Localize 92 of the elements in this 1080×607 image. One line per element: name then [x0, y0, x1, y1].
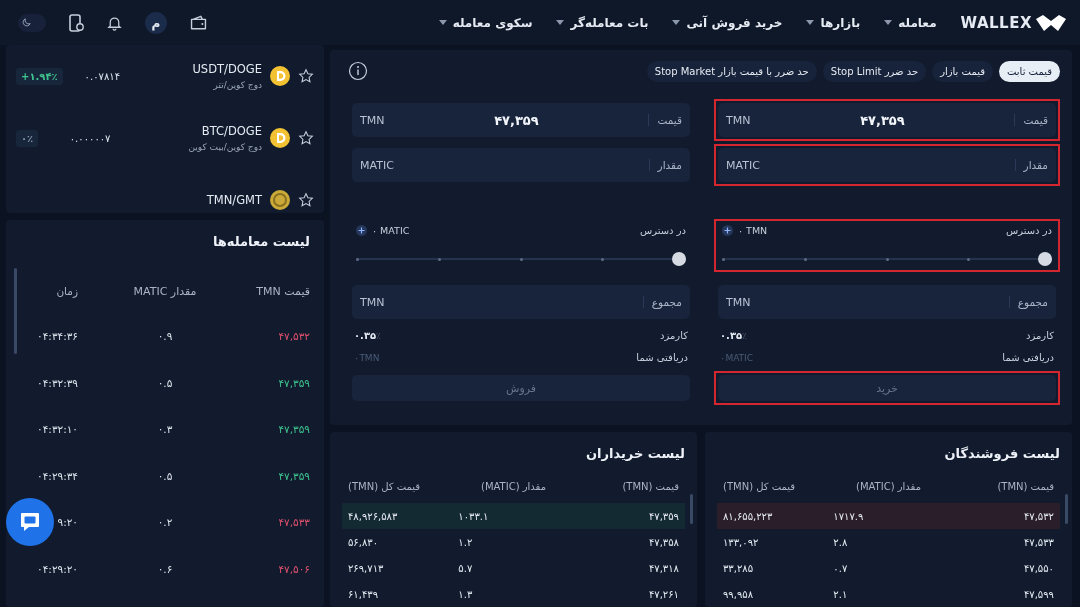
star-icon[interactable]	[298, 130, 314, 146]
caret-icon	[806, 20, 815, 25]
order-row[interactable]: ۴۷,۵۹۹ ۲.۱ ۹۹,۹۵۸	[717, 581, 1060, 607]
fee-value: ۰.۳۵٪	[354, 330, 381, 341]
trade-amount: ۰.۳	[156, 423, 174, 436]
nav-menu-item[interactable]: معامله	[884, 15, 937, 30]
moon-icon	[21, 17, 32, 28]
caret-icon	[672, 20, 681, 25]
available-balance: ۰ MATIC	[372, 225, 410, 236]
highlighted-row[interactable]: ۴۷,۵۳۲ ۱۷۱۷.۹ ۸۱,۶۵۵,۲۲۳	[717, 503, 1060, 529]
change-badge: ۰٪	[16, 129, 39, 147]
caret-icon	[438, 20, 447, 25]
column-header: زمان	[55, 285, 78, 297]
coin-icon	[270, 66, 290, 86]
column-header: مقدار (MATIC)	[480, 480, 547, 492]
wallex-logo[interactable]: WALLEX	[960, 13, 1066, 32]
trade-amount: ۰.۵	[156, 469, 174, 482]
column-header: قیمت کل (TMN)	[723, 480, 797, 492]
market-pair[interactable]: BTC/DOGE	[201, 124, 262, 138]
amount-slider[interactable]	[356, 252, 686, 266]
caret-icon	[556, 20, 565, 25]
trade-price: ۴۷,۵۰۶	[277, 562, 310, 575]
caret-icon	[884, 20, 893, 25]
market-pair[interactable]: TMN/GMT	[206, 193, 262, 207]
market-price: ۰.۰۰۰۰۰۷	[68, 132, 112, 144]
chat-icon	[18, 510, 42, 534]
trade-time: ۰۴:۳۴:۳۶	[36, 330, 78, 343]
trade-time: ۰۴:۲۹:۳۴	[36, 469, 78, 482]
market-name: دوج کوین/بیت کوین	[188, 142, 262, 152]
scrollbar[interactable]	[690, 494, 693, 524]
change-badge: +۱.۹۴٪	[16, 67, 63, 85]
order-row[interactable]: ۴۷,۵۳۳ ۲.۸ ۱۳۳,۰۹۲	[717, 529, 1060, 555]
highlighted-row[interactable]: ۴۷,۳۵۹ ۱۰۳۳.۱ ۴۸,۹۲۶,۵۸۳	[342, 503, 685, 529]
market-price: ۰.۰۷۸۱۴	[83, 70, 121, 82]
wallet-icon[interactable]	[189, 14, 208, 31]
logo-icon	[1036, 14, 1066, 31]
order-book-title: لیست فروشندگان	[943, 446, 1060, 461]
scrollbar[interactable]	[1065, 494, 1068, 524]
trade-amount: ۰.۶	[156, 562, 174, 575]
trade-price: ۴۷,۳۵۹	[277, 376, 310, 389]
order-type-tab[interactable]: حد ضرر Stop Limit	[822, 60, 927, 82]
order-row[interactable]: ۴۷,۳۵۸ ۱.۲ ۵۶,۸۳۰	[342, 529, 685, 555]
trade-price: ۴۷,۵۳۲	[277, 330, 310, 343]
fee-label: کارمزد	[1026, 330, 1054, 341]
user-avatar[interactable]: م	[145, 11, 167, 34]
trade-amount: ۰.۵	[156, 376, 174, 389]
trade-amount: ۰.۹	[156, 330, 174, 343]
available-label: در دسترس	[639, 225, 686, 236]
coin-icon	[270, 190, 290, 210]
nav-menu-item[interactable]: بات معامله‌گر	[556, 15, 649, 30]
market-name: دوج کوین/تتر	[213, 80, 262, 90]
slider-thumb[interactable]	[672, 252, 686, 266]
phone-icon[interactable]	[68, 13, 84, 32]
fee-label: کارمزد	[660, 330, 688, 341]
star-icon[interactable]	[298, 68, 314, 84]
trades-title: لیست معامله‌ها	[211, 234, 310, 249]
nav-menu-item[interactable]: خرید فروش آنی	[672, 15, 783, 30]
trade-time: ۰۴:۲۹:۲۰	[36, 562, 78, 575]
order-book-title: لیست خریداران	[584, 446, 685, 461]
trade-price: ۴۷,۳۵۹	[277, 469, 310, 482]
order-type-tab[interactable]: حد ضرر با قیمت بازار Stop Market	[646, 60, 817, 82]
scrollbar[interactable]	[14, 268, 17, 354]
column-header: قیمت (TMN)	[621, 480, 679, 492]
nav-menu-item[interactable]: سکوی معامله	[438, 15, 533, 30]
trade-time: ۰۴:۳۲:۳۹	[36, 376, 78, 389]
trade-time: ۰۴:۳۲:۱۰	[36, 423, 78, 436]
nav-menu-item[interactable]: بازارها	[806, 15, 861, 30]
theme-toggle[interactable]	[18, 13, 46, 32]
trade-time: ۹:۲۰	[56, 516, 78, 529]
column-header: مقدار MATIC	[132, 284, 198, 298]
trade-amount: ۰.۲	[156, 516, 174, 529]
column-header: مقدار (MATIC)	[855, 480, 922, 492]
trade-price: ۴۷,۵۳۳	[277, 516, 310, 529]
fee-value: ۰.۳۵٪	[720, 330, 747, 341]
order-row[interactable]: ۴۷,۵۵۰ ۰.۷ ۳۳,۲۸۵	[717, 555, 1060, 581]
plus-icon[interactable]	[356, 225, 367, 236]
available-balance: ۰ TMN	[738, 225, 768, 236]
column-header: قیمت TMN	[255, 284, 310, 298]
order-row[interactable]: ۴۷,۲۶۱ ۱.۳ ۶۱,۴۳۹	[342, 581, 685, 607]
available-label: در دسترس	[1005, 225, 1052, 236]
column-header: قیمت (TMN)	[996, 480, 1054, 492]
market-pair[interactable]: USDT/DOGE	[192, 62, 262, 76]
order-row[interactable]: ۴۷,۳۱۸ ۵.۷ ۲۶۹,۷۱۳	[342, 555, 685, 581]
column-header: قیمت کل (TMN)	[348, 480, 422, 492]
info-icon[interactable]	[348, 61, 368, 81]
receive-label: دریافتی شما	[1002, 352, 1054, 363]
order-type-tab[interactable]: قیمت ثابت	[999, 60, 1060, 82]
trade-price: ۴۷,۳۵۹	[277, 423, 310, 436]
receive-label: دریافتی شما	[636, 352, 688, 363]
order-type-tab[interactable]: قیمت بازار	[932, 60, 993, 82]
star-icon[interactable]	[298, 192, 314, 208]
coin-icon	[270, 128, 290, 148]
